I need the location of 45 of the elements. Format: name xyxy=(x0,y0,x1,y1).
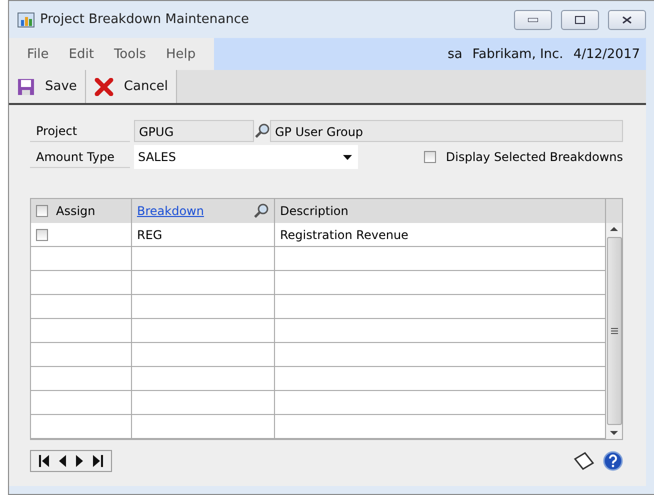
menu-item[interactable]: Help xyxy=(156,46,206,62)
menu-item[interactable]: File xyxy=(17,46,59,62)
close-button[interactable] xyxy=(608,10,646,30)
maximize-button[interactable] xyxy=(561,10,599,30)
search-icon[interactable] xyxy=(253,203,269,219)
first-record-button[interactable] xyxy=(39,455,49,467)
scroll-down-icon[interactable] xyxy=(610,431,618,435)
note-icon[interactable] xyxy=(573,451,595,471)
previous-record-button[interactable] xyxy=(59,455,66,467)
column-header: Assign xyxy=(56,204,96,218)
close-icon xyxy=(622,16,632,24)
table-cell: Registration Revenue xyxy=(275,223,606,247)
next-record-button[interactable] xyxy=(76,455,83,467)
user-date: 4/12/2017 xyxy=(573,46,640,62)
app-icon xyxy=(17,12,35,28)
cross-icon xyxy=(94,78,114,96)
checkbox-label: Display Selected Breakdowns xyxy=(446,150,623,164)
last-record-button[interactable] xyxy=(93,455,103,467)
menu-item[interactable]: Tools xyxy=(104,46,156,62)
company-name: Fabrikam, Inc. xyxy=(472,46,564,62)
field-label: Project xyxy=(30,120,130,142)
project-name-field: GP User Group xyxy=(270,120,623,142)
window-title: Project Breakdown Maintenance xyxy=(40,12,250,27)
checkbox[interactable] xyxy=(36,205,48,217)
field-label: Amount Type xyxy=(30,146,130,168)
column-header: Description xyxy=(280,204,348,218)
maximize-icon xyxy=(575,16,585,24)
minimize-icon xyxy=(528,18,538,22)
user-name: sa xyxy=(448,46,462,62)
scroll-up-icon[interactable] xyxy=(610,227,618,231)
checkbox[interactable] xyxy=(424,151,436,163)
minimize-button[interactable] xyxy=(514,10,552,30)
scroll-thumb[interactable] xyxy=(606,237,622,425)
grip-icon xyxy=(610,328,618,334)
vertical-scrollbar[interactable] xyxy=(606,223,622,439)
search-icon[interactable] xyxy=(254,123,270,139)
amount-type-dropdown[interactable]: SALES xyxy=(134,145,358,169)
help-icon[interactable] xyxy=(603,451,623,471)
project-id-field[interactable]: GPUG xyxy=(134,120,254,142)
cancel-button[interactable]: Cancel xyxy=(86,70,177,103)
save-button[interactable]: Save xyxy=(9,70,86,103)
dropdown-arrow-icon xyxy=(343,154,352,160)
checkbox[interactable] xyxy=(36,228,48,240)
menu-item[interactable]: Edit xyxy=(58,46,104,62)
table-cell: REG xyxy=(132,223,275,247)
